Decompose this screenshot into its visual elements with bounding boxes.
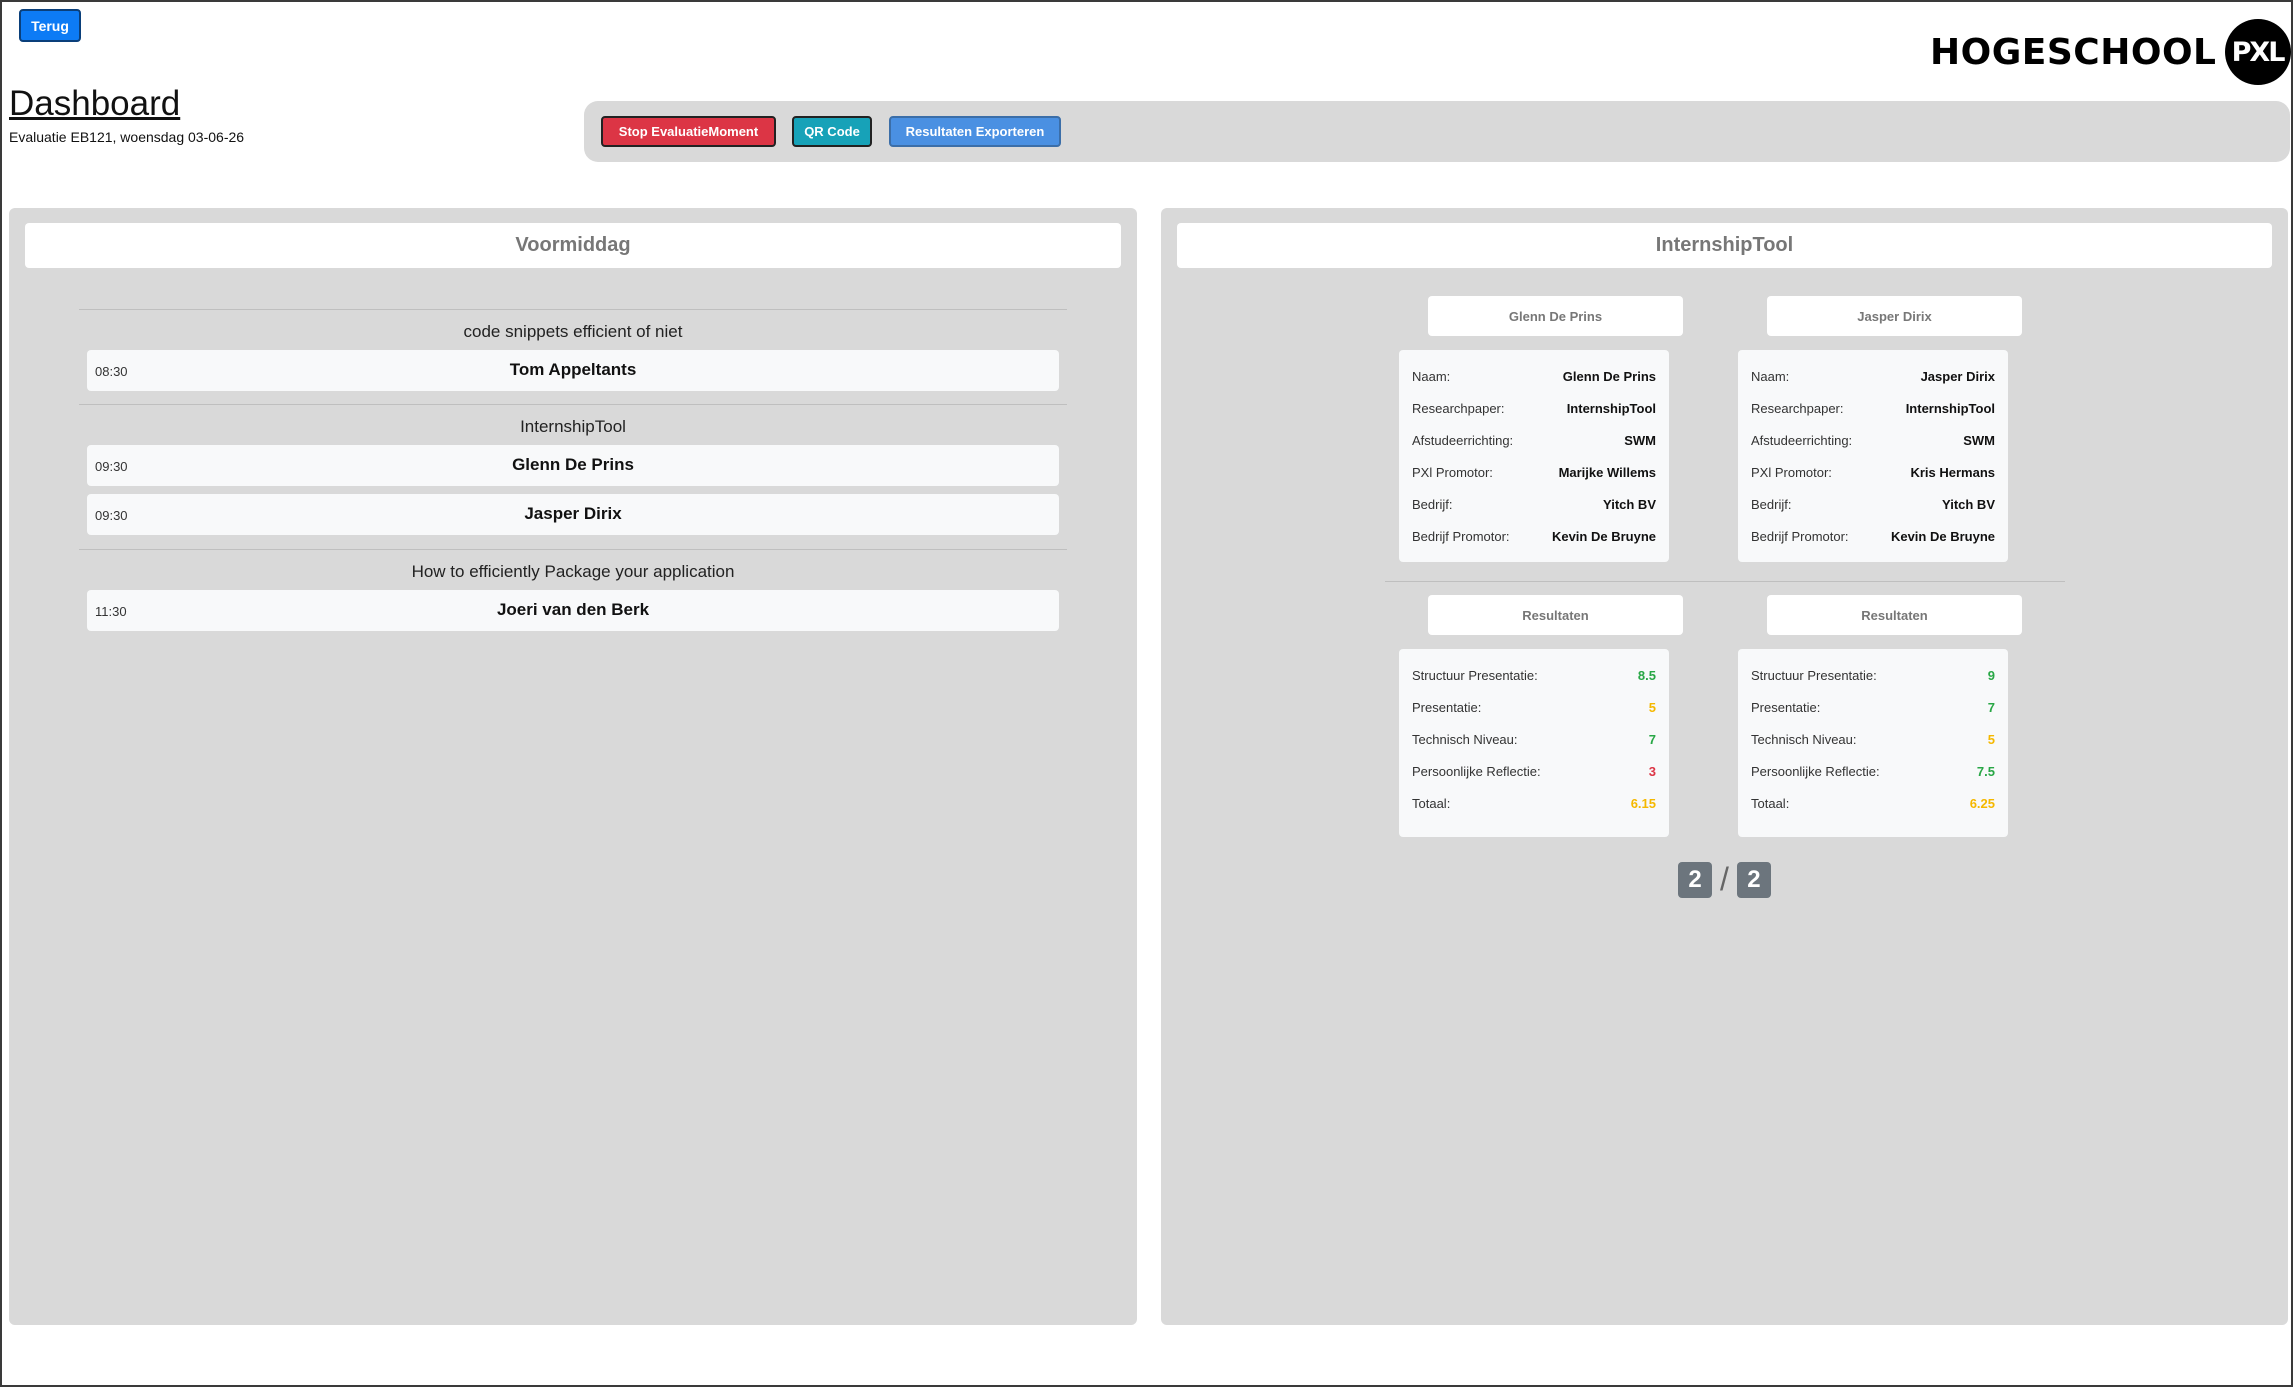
info-row: Bedrijf Promotor: Kevin De Bruyne bbox=[1412, 520, 1656, 552]
info-row: Researchpaper: InternshipTool bbox=[1412, 392, 1656, 424]
info-label: Bedrijf Promotor: bbox=[1412, 528, 1510, 544]
schedule-panel: Voormiddag code snippets efficient of ni… bbox=[9, 208, 1137, 1325]
info-label: Naam: bbox=[1751, 368, 1790, 384]
result-value: 5 bbox=[1987, 731, 1995, 747]
export-results-button[interactable]: Resultaten Exporteren bbox=[889, 116, 1061, 147]
info-row: Bedrijf Promotor: Kevin De Bruyne bbox=[1751, 520, 1995, 552]
results-card: Structuur Presentatie: 9 Presentatie: 7 Te… bbox=[1738, 649, 2008, 837]
slot-student-name: Joeri van den Berk bbox=[496, 600, 650, 619]
result-label: Totaal: bbox=[1751, 795, 1790, 811]
info-value: Yitch BV bbox=[1942, 496, 1995, 512]
info-row: Naam: Jasper Dirix bbox=[1751, 360, 1995, 392]
group-title: code snippets efficient of niet bbox=[463, 322, 683, 341]
results-card: Structuur Presentatie: 8.5 Presentatie: 5 … bbox=[1399, 649, 1669, 837]
logo-text: HOGESCHOOL bbox=[1930, 31, 2217, 73]
student-header: Glenn De Prins bbox=[1428, 296, 1683, 336]
result-label: Structuur Presentatie: bbox=[1412, 667, 1538, 683]
info-row: Bedrijf: Yitch BV bbox=[1751, 488, 1995, 520]
info-label: PXl Promotor: bbox=[1751, 464, 1832, 480]
schedule-slot[interactable]: 09:30 Glenn De Prins bbox=[87, 445, 1059, 486]
info-label: Afstudeerrichting: bbox=[1751, 432, 1853, 448]
info-value: InternshipTool bbox=[1905, 400, 1995, 416]
result-value: 9 bbox=[1987, 667, 1995, 683]
page-separator: / bbox=[1720, 861, 1729, 897]
info-row: PXl Promotor: Marijke Willems bbox=[1412, 456, 1656, 488]
info-value: Marijke Willems bbox=[1558, 464, 1656, 480]
qr-code-button[interactable]: QR Code bbox=[792, 116, 872, 147]
results-header: Resultaten bbox=[1767, 595, 2022, 635]
detail-heading: InternshipTool bbox=[1177, 223, 2272, 268]
info-label: Bedrijf Promotor: bbox=[1751, 528, 1849, 544]
total-value: 6.15 bbox=[1630, 795, 1656, 811]
page-title: Dashboard bbox=[9, 84, 181, 123]
stop-evaluation-button[interactable]: Stop EvaluatieMoment bbox=[601, 116, 776, 147]
result-label: Technisch Niveau: bbox=[1412, 731, 1518, 747]
schedule-group: How to efficiently Package your applicat… bbox=[79, 549, 1067, 631]
schedule-heading: Voormiddag bbox=[25, 223, 1121, 268]
result-label: Presentatie: bbox=[1412, 699, 1482, 715]
info-row: Naam: Glenn De Prins bbox=[1412, 360, 1656, 392]
info-label: PXl Promotor: bbox=[1412, 464, 1493, 480]
info-label: Naam: bbox=[1412, 368, 1451, 384]
info-value: Jasper Dirix bbox=[1920, 368, 1995, 384]
info-row: Afstudeerrichting: SWM bbox=[1412, 424, 1656, 456]
info-value: Kevin De Bruyne bbox=[1890, 528, 1995, 544]
result-value: 7 bbox=[1987, 699, 1995, 715]
total-pages[interactable]: 2 bbox=[1736, 861, 1771, 898]
info-value: Kevin De Bruyne bbox=[1551, 528, 1656, 544]
action-toolbar: Stop EvaluatieMoment QR Code Resultaten … bbox=[584, 101, 2290, 162]
total-value: 6.25 bbox=[1969, 795, 1995, 811]
results-header: Resultaten bbox=[1428, 595, 1683, 635]
info-value: SWM bbox=[1963, 432, 1995, 448]
detail-panel: InternshipTool Glenn De Prins Naam: Glenn… bbox=[1161, 208, 2288, 1325]
info-value: SWM bbox=[1624, 432, 1656, 448]
back-button[interactable]: Terug bbox=[19, 9, 81, 42]
page-subtitle: Evaluatie EB121, woensdag 03-06-26 bbox=[9, 129, 245, 145]
info-row: Bedrijf: Yitch BV bbox=[1412, 488, 1656, 520]
slot-student-name: Glenn De Prins bbox=[512, 455, 634, 474]
info-row: Researchpaper: InternshipTool bbox=[1751, 392, 1995, 424]
slot-student-name: Tom Appeltants bbox=[509, 360, 637, 379]
info-value: Glenn De Prins bbox=[1562, 368, 1656, 384]
schedule-slot[interactable]: 08:30 Tom Appeltants bbox=[87, 350, 1059, 391]
current-page[interactable]: 2 bbox=[1678, 861, 1713, 898]
info-label: Researchpaper: bbox=[1412, 400, 1505, 416]
pagination: 2 / 2 bbox=[1161, 861, 2288, 898]
result-label: Technisch Niveau: bbox=[1751, 731, 1857, 747]
result-label: Structuur Presentatie: bbox=[1751, 667, 1877, 683]
result-label: Presentatie: bbox=[1751, 699, 1821, 715]
info-label: Researchpaper: bbox=[1751, 400, 1844, 416]
result-value: 8.5 bbox=[1637, 667, 1656, 683]
result-label: Totaal: bbox=[1412, 795, 1451, 811]
group-title: InternshipTool bbox=[520, 417, 626, 436]
student-info-card: Naam: Glenn De Prins Researchpaper: Intern… bbox=[1399, 350, 1669, 562]
result-value: 7 bbox=[1648, 731, 1656, 747]
section-divider bbox=[1385, 581, 2065, 582]
student-info-card: Naam: Jasper Dirix Researchpaper: Internsh… bbox=[1738, 350, 2008, 562]
schedule-group: InternshipTool 09:30 Glenn De Prins 09:3… bbox=[79, 404, 1067, 535]
result-value: 5 bbox=[1648, 699, 1656, 715]
info-label: Afstudeerrichting: bbox=[1412, 432, 1514, 448]
schedule-slot[interactable]: 11:30 Joeri van den Berk bbox=[87, 590, 1059, 631]
info-value: InternshipTool bbox=[1566, 400, 1656, 416]
info-label: Bedrijf: bbox=[1412, 496, 1453, 512]
result-label: Persoonlijke Reflectie: bbox=[1751, 763, 1880, 779]
schedule-slot[interactable]: 09:30 Jasper Dirix bbox=[87, 494, 1059, 535]
student-header: Jasper Dirix bbox=[1767, 296, 2022, 336]
info-value: Kris Hermans bbox=[1910, 464, 1995, 480]
logo-mark: PXL bbox=[2224, 19, 2291, 85]
result-value: 3 bbox=[1648, 763, 1656, 779]
info-label: Bedrijf: bbox=[1751, 496, 1792, 512]
slot-student-name: Jasper Dirix bbox=[524, 504, 622, 523]
info-value: Yitch BV bbox=[1603, 496, 1656, 512]
group-title: How to efficiently Package your applicat… bbox=[411, 562, 735, 581]
school-logo: HOGESCHOOL PXL bbox=[1930, 19, 2291, 85]
result-label: Persoonlijke Reflectie: bbox=[1412, 763, 1541, 779]
schedule-group: code snippets efficient of niet 08:30 To… bbox=[79, 309, 1067, 391]
info-row: PXl Promotor: Kris Hermans bbox=[1751, 456, 1995, 488]
result-value: 7.5 bbox=[1976, 763, 1995, 779]
info-row: Afstudeerrichting: SWM bbox=[1751, 424, 1995, 456]
